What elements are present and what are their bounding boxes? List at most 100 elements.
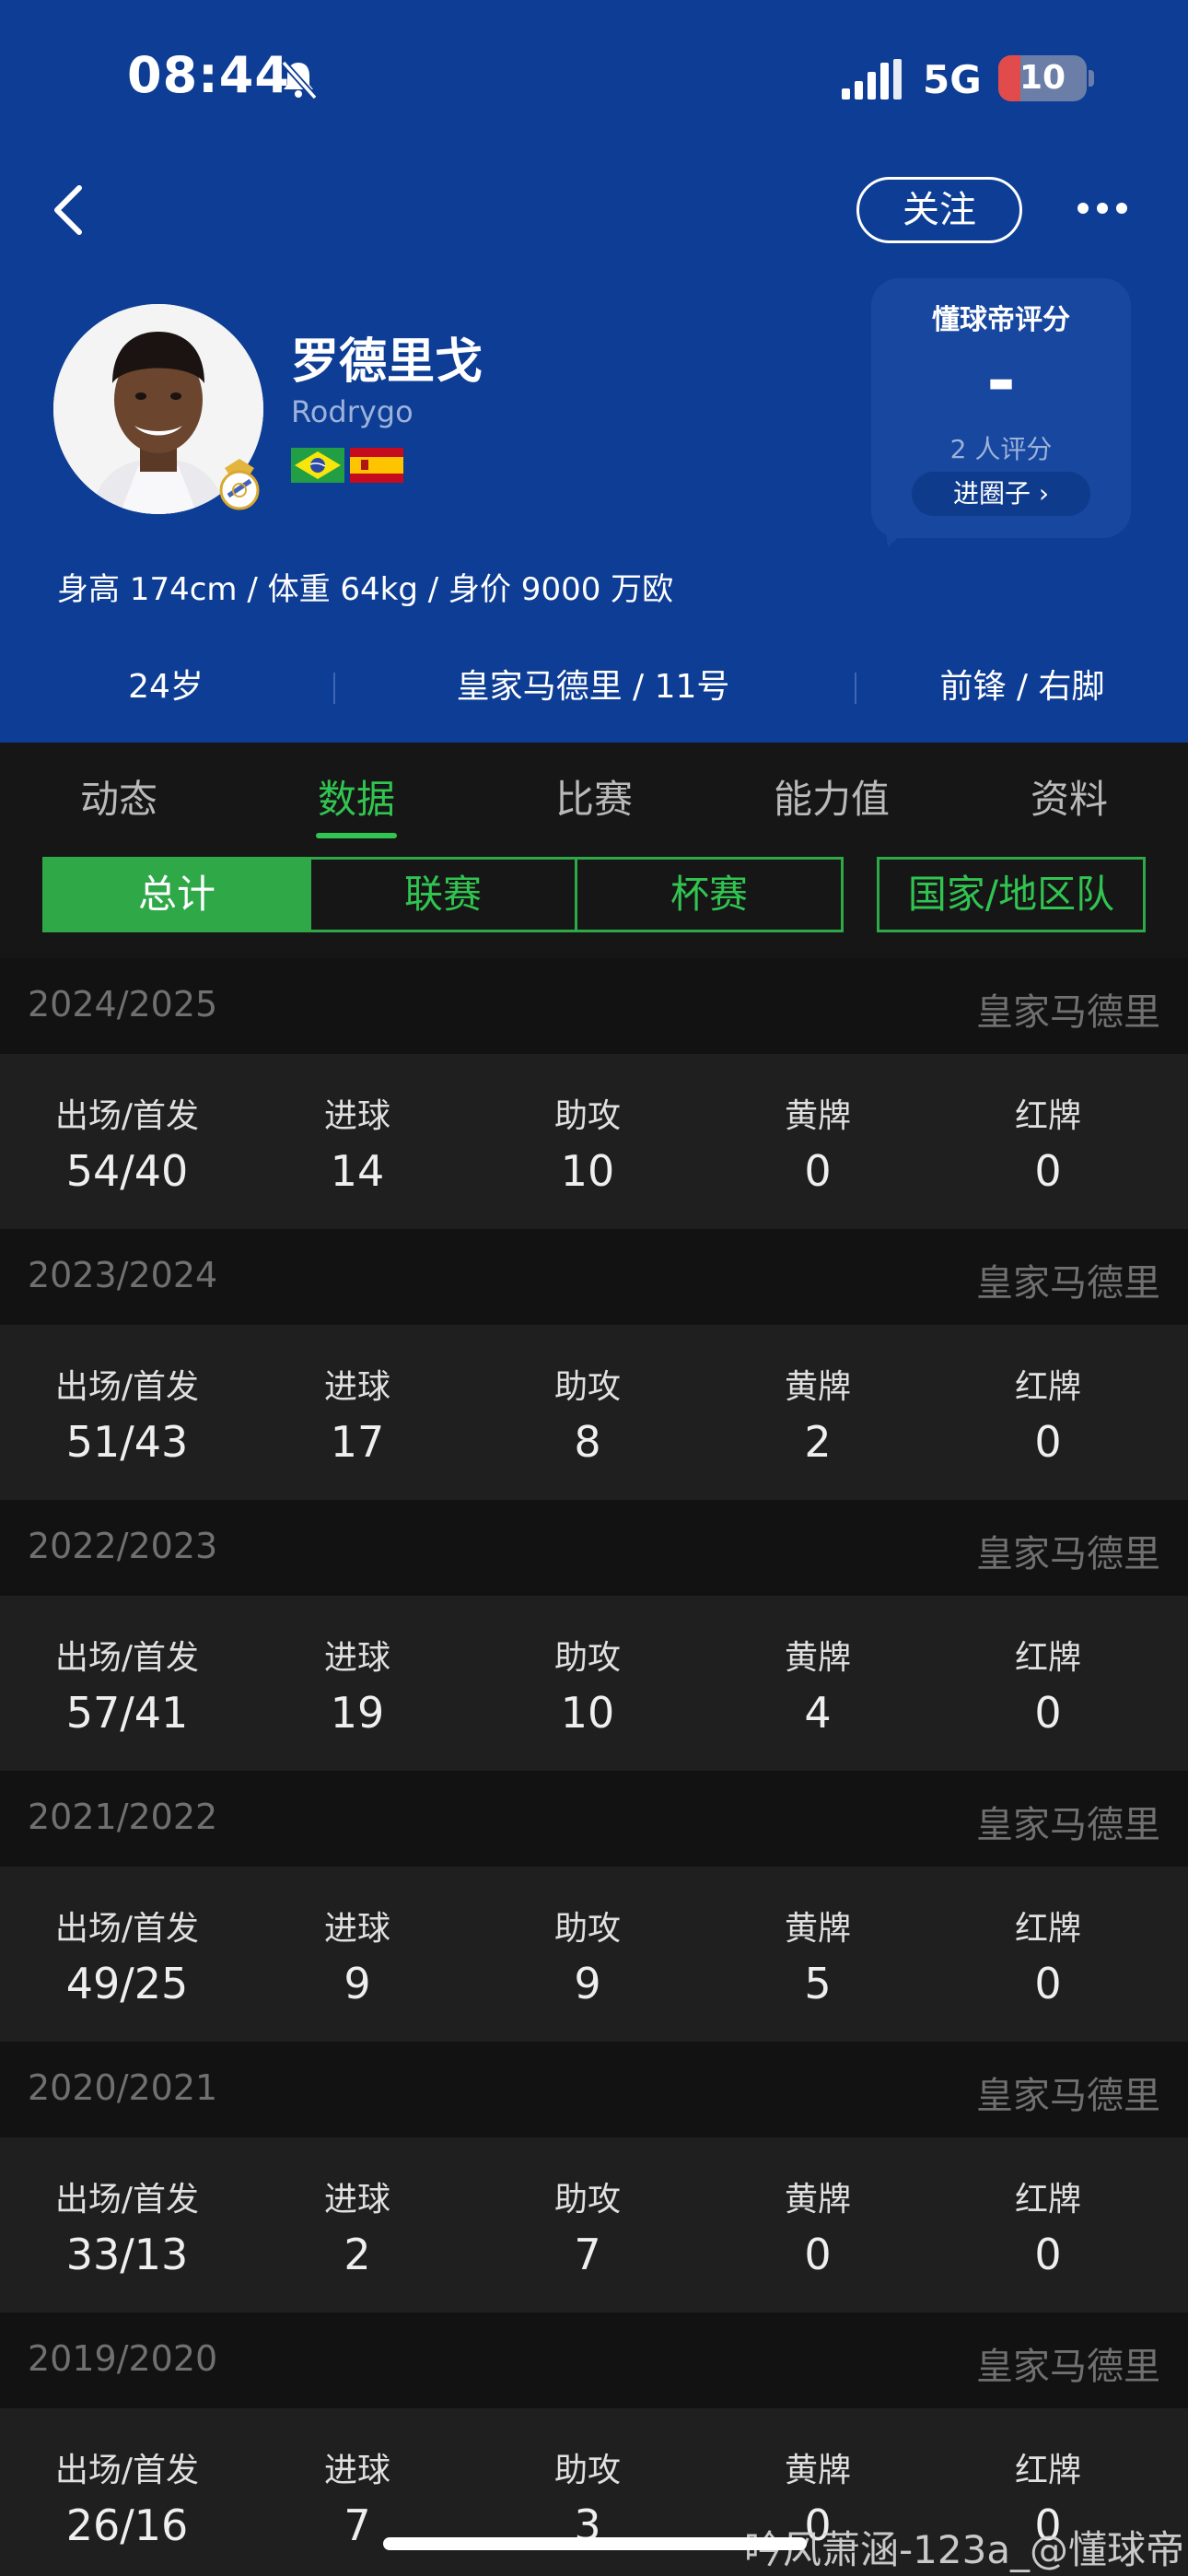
stat-label: 出场/首发 (54, 1639, 200, 1677)
season-header: 2019/2020 皇家马德里 (0, 2313, 1188, 2408)
filter-national-team[interactable]: 国家/地区队 (877, 857, 1146, 932)
filter-cup[interactable]: 杯赛 (575, 857, 844, 932)
stat-value: 0 (1034, 2230, 1062, 2279)
stat-label: 红牌 (1014, 2452, 1081, 2489)
stat-label: 红牌 (1014, 1097, 1081, 1135)
filter-total[interactable]: 总计 (42, 857, 311, 932)
tab-profile[interactable]: 资料 (950, 768, 1188, 825)
season-club[interactable]: 皇家马德里 (976, 1795, 1160, 1848)
season-header: 2024/2025 皇家马德里 (0, 958, 1188, 1054)
season-year: 2021/2022 (28, 1797, 218, 1837)
stat-value: 57/41 (65, 1688, 189, 1738)
season-club[interactable]: 皇家马德里 (976, 982, 1160, 1036)
real-madrid-badge-icon (219, 459, 260, 510)
season-year: 2023/2024 (28, 1255, 218, 1295)
season-year: 2022/2023 (28, 1526, 218, 1566)
stat-value: 49/25 (65, 1959, 189, 2008)
stat-value: 33/13 (65, 2230, 189, 2279)
season-year: 2020/2021 (28, 2067, 218, 2108)
season-club[interactable]: 皇家马德里 (976, 1524, 1160, 1577)
join-circle-button[interactable]: 进圈子 › (912, 472, 1090, 516)
player-stats-screen: 08:44 5G 10 关注 罗德里戈 Rodrygo 懂球帝评分 - 2 人评… (0, 0, 1188, 2576)
filter-league[interactable]: 联赛 (309, 857, 577, 932)
season-stats-row[interactable]: 出场/首发 49/25 进球 9 助攻 9 黄牌 5 红牌 0 (0, 1867, 1188, 2042)
stat-label: 黄牌 (784, 2452, 851, 2489)
stat-label: 黄牌 (784, 2181, 851, 2219)
stat-label: 红牌 (1014, 2181, 1081, 2219)
stat-value: 8 (574, 1417, 601, 1467)
stat-value: 2 (344, 2230, 371, 2279)
stat-label: 红牌 (1014, 1368, 1081, 1406)
player-header: 08:44 5G 10 关注 罗德里戈 Rodrygo 懂球帝评分 - 2 人评… (0, 0, 1188, 743)
stat-value: 51/43 (65, 1417, 189, 1467)
stat-value: 26/16 (65, 2500, 189, 2550)
season-header: 2020/2021 皇家马德里 (0, 2042, 1188, 2137)
stat-value: 9 (574, 1959, 601, 2008)
season-stats-row[interactable]: 出场/首发 33/13 进球 2 助攻 7 黄牌 0 红牌 0 (0, 2137, 1188, 2313)
stat-label: 出场/首发 (54, 1097, 200, 1135)
season-club[interactable]: 皇家马德里 (976, 2066, 1160, 2119)
season-club[interactable]: 皇家马德里 (976, 2336, 1160, 2390)
stat-value: 0 (1034, 1959, 1062, 2008)
battery-nub (1089, 70, 1094, 87)
stat-label: 进球 (323, 1639, 390, 1677)
season-header: 2021/2022 皇家马德里 (0, 1771, 1188, 1867)
player-position-foot: 前锋 / 右脚 (939, 668, 1105, 706)
stat-value: 14 (330, 1146, 385, 1196)
stat-value: 0 (804, 2230, 832, 2279)
more-options-icon[interactable] (1076, 195, 1129, 221)
season-year: 2024/2025 (28, 984, 218, 1025)
stat-value: 2 (804, 1417, 832, 1467)
season-stats-row[interactable]: 出场/首发 54/40 进球 14 助攻 10 黄牌 0 红牌 0 (0, 1054, 1188, 1229)
home-indicator[interactable] (383, 2537, 807, 2550)
player-name: 罗德里戈 (291, 334, 483, 390)
back-arrow-icon[interactable] (44, 181, 99, 240)
stat-value: 10 (560, 1146, 615, 1196)
stat-label: 红牌 (1014, 1639, 1081, 1677)
brazil-flag-icon (291, 448, 344, 483)
stat-label: 助攻 (553, 1368, 621, 1406)
status-time: 08:44 (127, 46, 290, 104)
network-label: 5G (923, 57, 982, 102)
stat-value: 0 (1034, 1688, 1062, 1738)
stat-value: 4 (804, 1688, 832, 1738)
tab-news[interactable]: 动态 (0, 768, 238, 825)
stat-label: 进球 (323, 1097, 390, 1135)
stat-value: 7 (574, 2230, 601, 2279)
tab-matches[interactable]: 比赛 (475, 768, 713, 825)
tab-data[interactable]: 数据 (238, 768, 475, 825)
stat-label: 出场/首发 (54, 2452, 200, 2489)
season-header: 2022/2023 皇家马德里 (0, 1500, 1188, 1596)
season-stats-row[interactable]: 出场/首发 51/43 进球 17 助攻 8 黄牌 2 红牌 0 (0, 1325, 1188, 1500)
stat-value: 10 (560, 1688, 615, 1738)
season-year: 2019/2020 (28, 2338, 218, 2379)
stat-value: 9 (344, 1959, 371, 2008)
battery-percent: 10 (1019, 59, 1066, 97)
stat-label: 黄牌 (784, 1910, 851, 1948)
active-tab-indicator (316, 833, 397, 838)
stat-value: 0 (1034, 1417, 1062, 1467)
season-stats-row[interactable]: 出场/首发 57/41 进球 19 助攻 10 黄牌 4 红牌 0 (0, 1596, 1188, 1771)
stat-label: 红牌 (1014, 1910, 1081, 1948)
tab-ability[interactable]: 能力值 (713, 768, 950, 825)
player-name-en: Rodrygo (291, 394, 413, 429)
season-header: 2023/2024 皇家马德里 (0, 1229, 1188, 1325)
signal-icon (842, 59, 902, 100)
spain-flag-icon (350, 448, 403, 483)
follow-button[interactable]: 关注 (856, 177, 1022, 243)
stat-label: 进球 (323, 1910, 390, 1948)
stat-label: 出场/首发 (54, 1368, 200, 1406)
stat-value: 54/40 (65, 1146, 189, 1196)
rating-value: - (986, 339, 1016, 421)
stat-value: 5 (804, 1959, 832, 2008)
stat-value: 0 (804, 1146, 832, 1196)
stat-label: 助攻 (553, 1097, 621, 1135)
stat-label: 进球 (323, 2452, 390, 2489)
rating-card-tail (884, 516, 921, 547)
stat-label: 出场/首发 (54, 1910, 200, 1948)
season-club[interactable]: 皇家马德里 (976, 1253, 1160, 1306)
player-age: 24岁 (128, 668, 204, 706)
stat-label: 出场/首发 (54, 2181, 200, 2219)
rating-title: 懂球帝评分 (932, 304, 1070, 336)
player-club-number[interactable]: 皇家马德里 / 11号 (335, 650, 851, 724)
